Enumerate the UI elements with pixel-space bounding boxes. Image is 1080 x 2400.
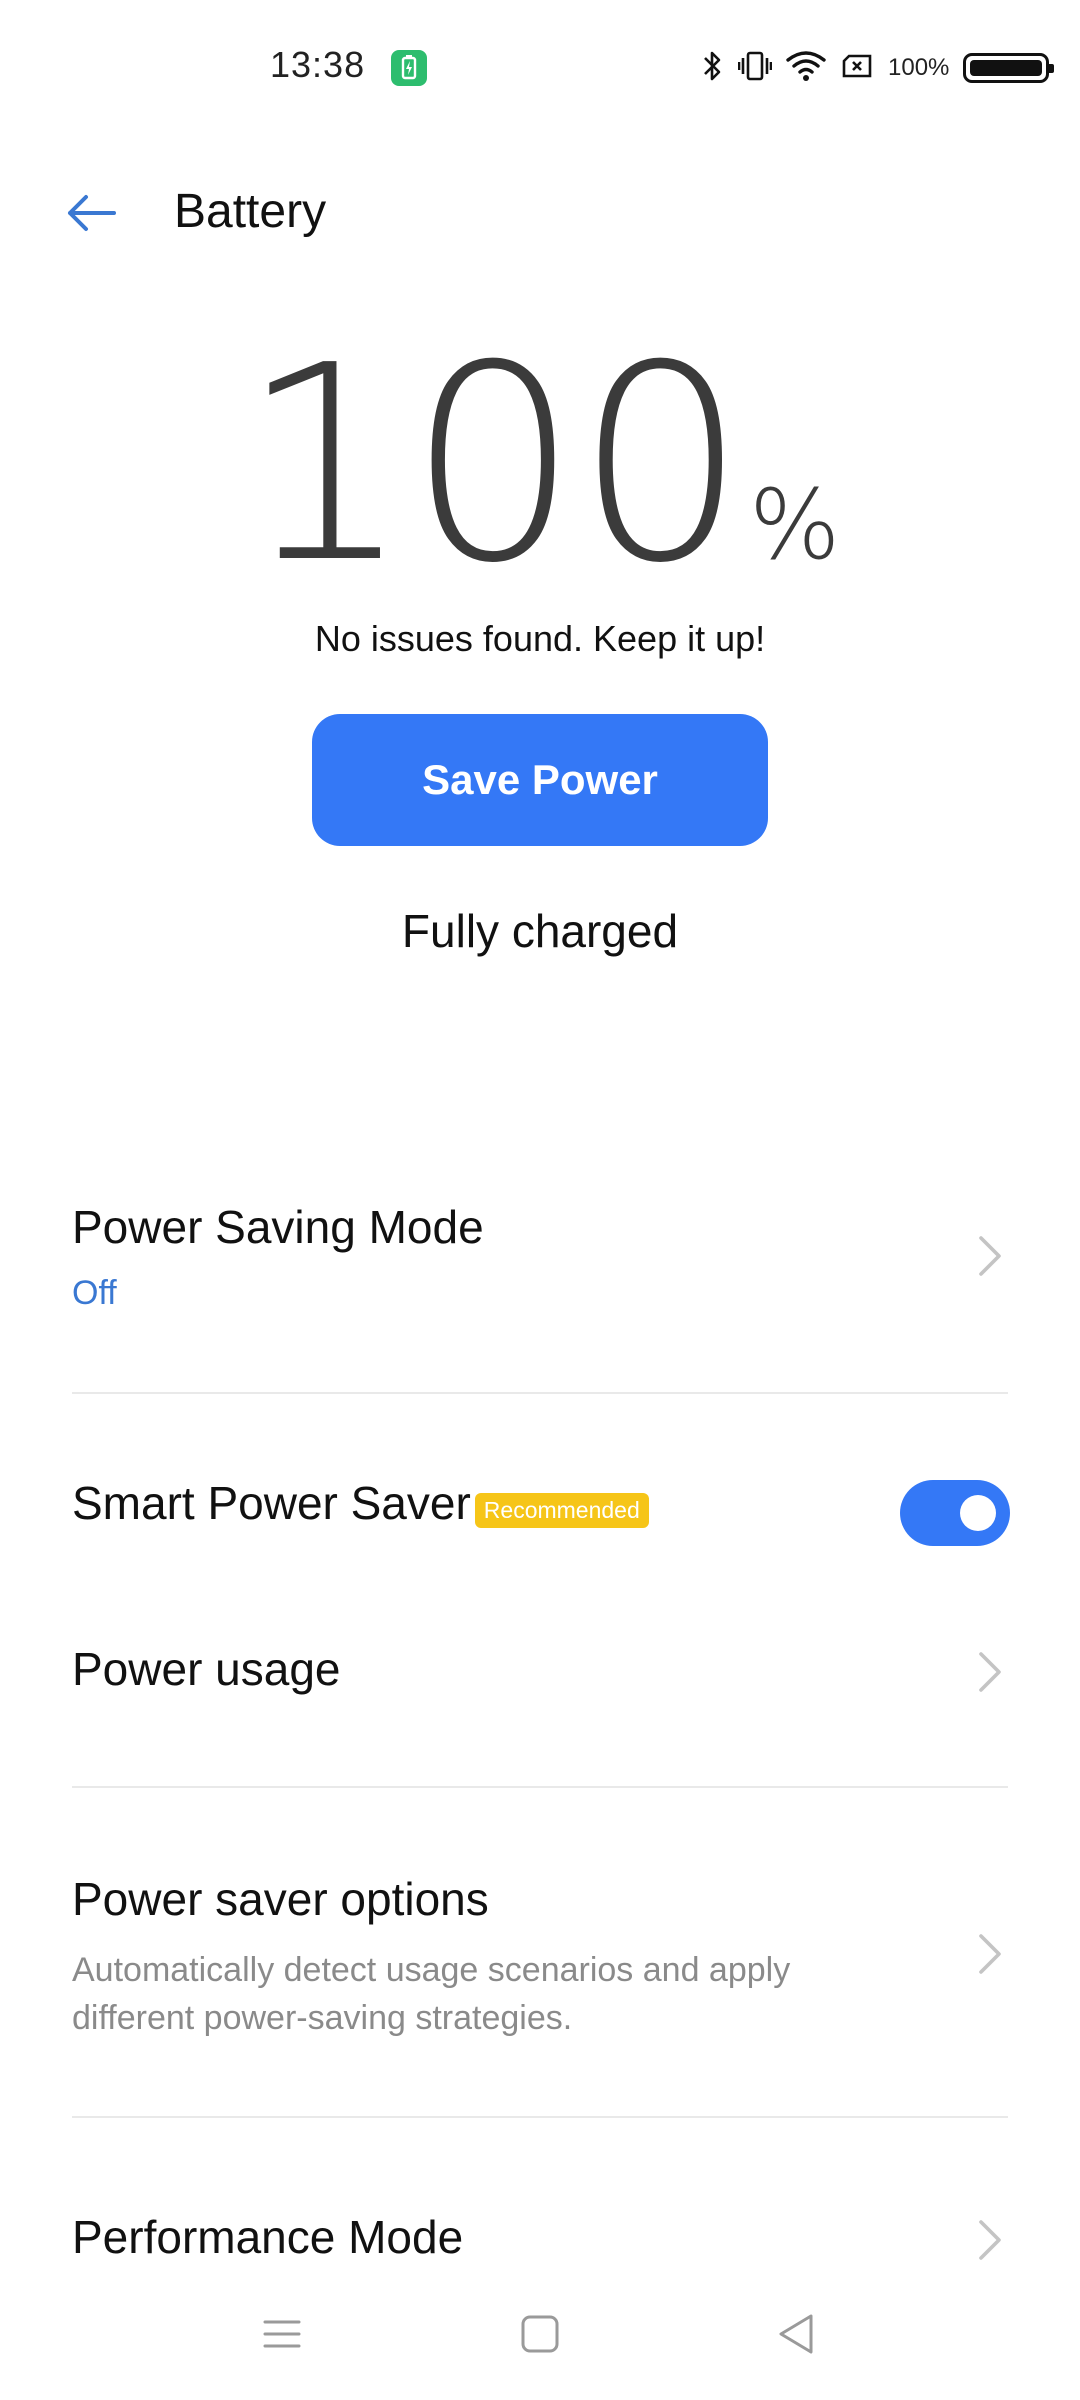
charging-icon [391, 50, 427, 86]
toggle-knob [960, 1495, 996, 1531]
chevron-right-icon [972, 1646, 1008, 1698]
smart-power-saver-row: Smart Power Saver Recommended [72, 1476, 872, 1556]
power-saving-mode-row[interactable]: Power Saving Mode Off [72, 1188, 1008, 1338]
nav-home-button[interactable] [510, 2306, 570, 2366]
smart-power-saver-title: Smart Power Saver [72, 1477, 471, 1529]
power-usage-title: Power usage [72, 1643, 341, 1695]
bluetooth-icon [700, 48, 724, 89]
battery-status-message: No issues found. Keep it up! [314, 618, 766, 659]
performance-mode-title: Performance Mode [72, 2211, 464, 2263]
home-icon [520, 2314, 560, 2359]
battery-percentage: 100% [0, 330, 1080, 600]
wifi-icon [786, 48, 826, 89]
power-saving-mode-value: Off [72, 1274, 117, 1312]
nav-back-button[interactable] [766, 2306, 826, 2366]
back-icon [776, 2312, 816, 2361]
charge-status: Fully charged [401, 905, 679, 957]
status-time: 13:38 [270, 44, 366, 85]
no-sim-icon [840, 48, 874, 89]
divider [72, 1786, 1008, 1788]
power-saver-options-title: Power saver options [72, 1873, 489, 1925]
chevron-right-icon [972, 1230, 1008, 1282]
divider [72, 2116, 1008, 2118]
chevron-right-icon [972, 2214, 1008, 2266]
menu-icon [262, 2316, 302, 2357]
page-title: Battery [174, 185, 327, 238]
power-saving-mode-title: Power Saving Mode [72, 1201, 484, 1253]
vibrate-icon [737, 48, 773, 89]
battery-level: 100 [239, 307, 747, 622]
status-icons: 100% [700, 48, 1055, 89]
power-usage-row[interactable]: Power usage [72, 1622, 1008, 1722]
power-saver-options-description-line1: Automatically detect usage scenarios and… [72, 1951, 791, 1989]
status-battery-percent: 100% [888, 54, 950, 81]
battery-icon [963, 53, 1055, 83]
power-saver-options-description-line2: different power-saving strategies. [72, 1999, 573, 2037]
percent-sign: % [749, 469, 841, 581]
back-arrow-icon [64, 193, 118, 238]
nav-menu-button[interactable] [252, 2306, 312, 2366]
smart-power-saver-toggle[interactable] [900, 1480, 1010, 1546]
recommended-badge: Recommended [474, 1493, 649, 1529]
power-saver-options-row[interactable]: Power saver options Automatically detect… [72, 1862, 1008, 2042]
divider [72, 1392, 1008, 1394]
back-button[interactable] [56, 180, 126, 250]
save-power-button[interactable]: Save Power [312, 714, 768, 846]
performance-mode-row[interactable]: Performance Mode [72, 2196, 1008, 2286]
chevron-right-icon [972, 1928, 1008, 1980]
